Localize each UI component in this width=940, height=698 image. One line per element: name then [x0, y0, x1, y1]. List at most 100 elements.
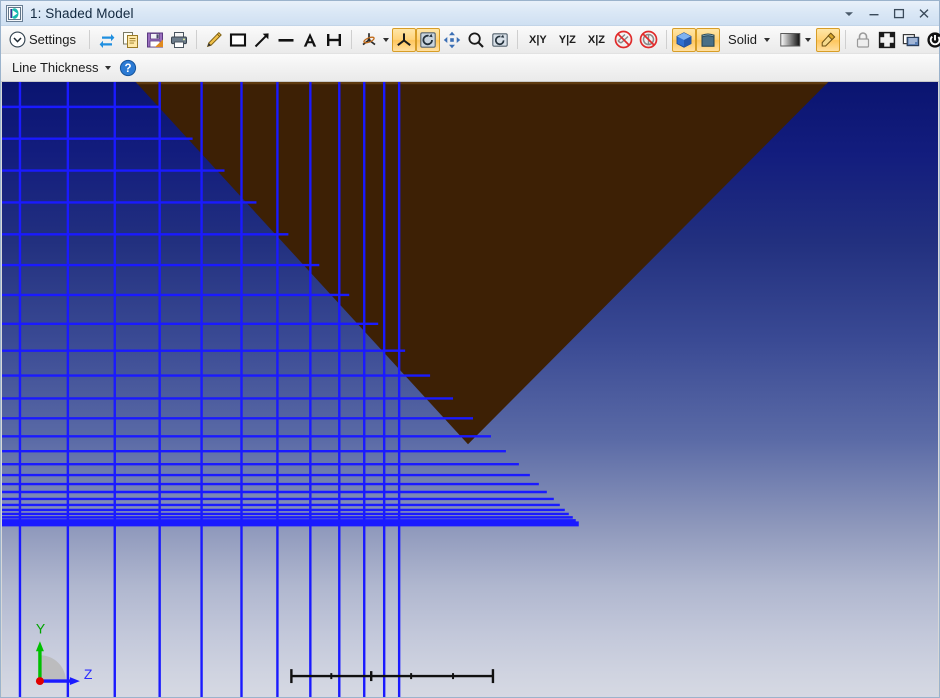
- shaded-model-window: 1: Shaded Model: [0, 0, 940, 698]
- line-icon: [277, 31, 295, 49]
- rectangle-icon: [229, 31, 247, 49]
- maximize-button[interactable]: [887, 3, 910, 24]
- plane-yz-button[interactable]: Y|Z: [553, 28, 582, 52]
- settings-label: Settings: [26, 32, 79, 47]
- blue-cube-icon: [675, 31, 693, 49]
- arrow-tool-button[interactable]: [250, 28, 274, 52]
- shaded-model-icon: [6, 5, 23, 22]
- plane-xy-button[interactable]: X|Y: [523, 28, 553, 52]
- refresh-arrows-icon: [98, 31, 116, 49]
- chevron-circle-down-icon: [9, 31, 26, 48]
- fit-window-button[interactable]: [875, 28, 899, 52]
- line-thickness-dropdown[interactable]: Line Thickness: [4, 56, 116, 80]
- print-button[interactable]: [167, 28, 191, 52]
- toolbar-separator: [196, 30, 197, 49]
- arrow-icon: [253, 31, 271, 49]
- window-title: 1: Shaded Model: [30, 6, 134, 21]
- fit-to-window-icon: [878, 31, 896, 49]
- line-thickness-label: Line Thickness: [9, 60, 101, 75]
- gradient-swatch-icon: [780, 32, 801, 48]
- rotate-icon: [419, 31, 437, 49]
- rectangle-tool-button[interactable]: [226, 28, 250, 52]
- gradient-dropdown[interactable]: [775, 28, 816, 52]
- model-solid: [136, 82, 829, 444]
- plane-xz-button[interactable]: X|Z: [582, 28, 611, 52]
- toolbar-separator: [351, 30, 352, 49]
- render-mode-label: Solid: [725, 32, 760, 47]
- help-question-icon: ?: [119, 59, 137, 77]
- text-a-icon: [301, 31, 319, 49]
- shaded-view-button[interactable]: [696, 28, 720, 52]
- axis-tripod-button[interactable]: [392, 28, 416, 52]
- model-viewport[interactable]: Y Z 0.05 mm: [1, 82, 939, 697]
- view-orientation-dropdown[interactable]: [357, 28, 392, 52]
- plane-xz-label: X|Z: [585, 34, 608, 46]
- pan-arrows-icon: [443, 31, 461, 49]
- axis-tripod-dropdown-icon: [360, 31, 379, 49]
- light-button[interactable]: [816, 28, 840, 52]
- scale-bar: [291, 669, 493, 683]
- maximize-icon: [893, 8, 905, 19]
- no-section-icon: [639, 30, 658, 49]
- title-bar: 1: Shaded Model: [1, 1, 939, 26]
- chevron-down-icon: [805, 38, 811, 42]
- section-off-button[interactable]: [636, 28, 661, 52]
- save-button[interactable]: [143, 28, 167, 52]
- window-menu-button[interactable]: [837, 3, 860, 24]
- secondary-toolbar: Line Thickness ?: [1, 54, 939, 82]
- pan-view-button[interactable]: [440, 28, 464, 52]
- svg-text:?: ?: [125, 63, 132, 75]
- clip-off-button[interactable]: [611, 28, 636, 52]
- axis-y-label: Y: [36, 620, 45, 636]
- toolbar-separator: [517, 30, 518, 49]
- render-mode-dropdown[interactable]: Solid: [720, 28, 775, 52]
- zoom-view-button[interactable]: [464, 28, 488, 52]
- layers-icon: [902, 31, 920, 49]
- model-canvas: Y Z: [2, 82, 938, 697]
- dimension-icon: [325, 31, 343, 49]
- copy-button[interactable]: [119, 28, 143, 52]
- chevron-down-icon: [764, 38, 770, 42]
- magnifier-icon: [467, 31, 485, 49]
- plane-yz-label: Y|Z: [556, 34, 579, 46]
- plane-xy-label: X|Y: [526, 34, 550, 46]
- solid-view-button[interactable]: [672, 28, 696, 52]
- pencil-tool-button[interactable]: [202, 28, 226, 52]
- dimension-tool-button[interactable]: [322, 28, 346, 52]
- main-toolbar: Settings: [1, 26, 939, 54]
- undo-view-icon: [491, 31, 509, 49]
- settings-dropdown[interactable]: Settings: [4, 28, 84, 52]
- axis-indicator: Y Z: [36, 620, 93, 685]
- toolbar-separator: [845, 30, 846, 49]
- layers-button[interactable]: [899, 28, 923, 52]
- chevron-down-icon: [844, 9, 854, 19]
- chevron-down-icon: [383, 38, 389, 42]
- toolbar-separator: [666, 30, 667, 49]
- printer-icon: [170, 31, 188, 49]
- close-button[interactable]: [912, 3, 935, 24]
- flashlight-icon: [819, 31, 837, 49]
- shaded-cube-icon: [699, 31, 717, 49]
- save-disk-icon: [146, 31, 164, 49]
- help-button[interactable]: ?: [116, 56, 140, 80]
- window-controls: [837, 1, 935, 26]
- close-icon: [918, 8, 930, 19]
- chevron-down-icon: [105, 66, 111, 70]
- reset-button[interactable]: [923, 28, 940, 52]
- text-tool-button[interactable]: [298, 28, 322, 52]
- line-tool-button[interactable]: [274, 28, 298, 52]
- minimize-button[interactable]: [862, 3, 885, 24]
- axis-tripod-icon: [395, 31, 413, 49]
- refresh-button[interactable]: [95, 28, 119, 52]
- toolbar-separator: [89, 30, 90, 49]
- pencil-icon: [205, 31, 223, 49]
- rotate-view-button[interactable]: [416, 28, 440, 52]
- minimize-icon: [868, 9, 880, 19]
- reset-view-button[interactable]: [488, 28, 512, 52]
- lock-icon: [855, 31, 871, 49]
- reset-circle-icon: [926, 31, 940, 49]
- copy-icon: [122, 31, 140, 49]
- lock-button[interactable]: [851, 28, 875, 52]
- axis-z-label: Z: [84, 666, 93, 682]
- no-clip-icon: [614, 30, 633, 49]
